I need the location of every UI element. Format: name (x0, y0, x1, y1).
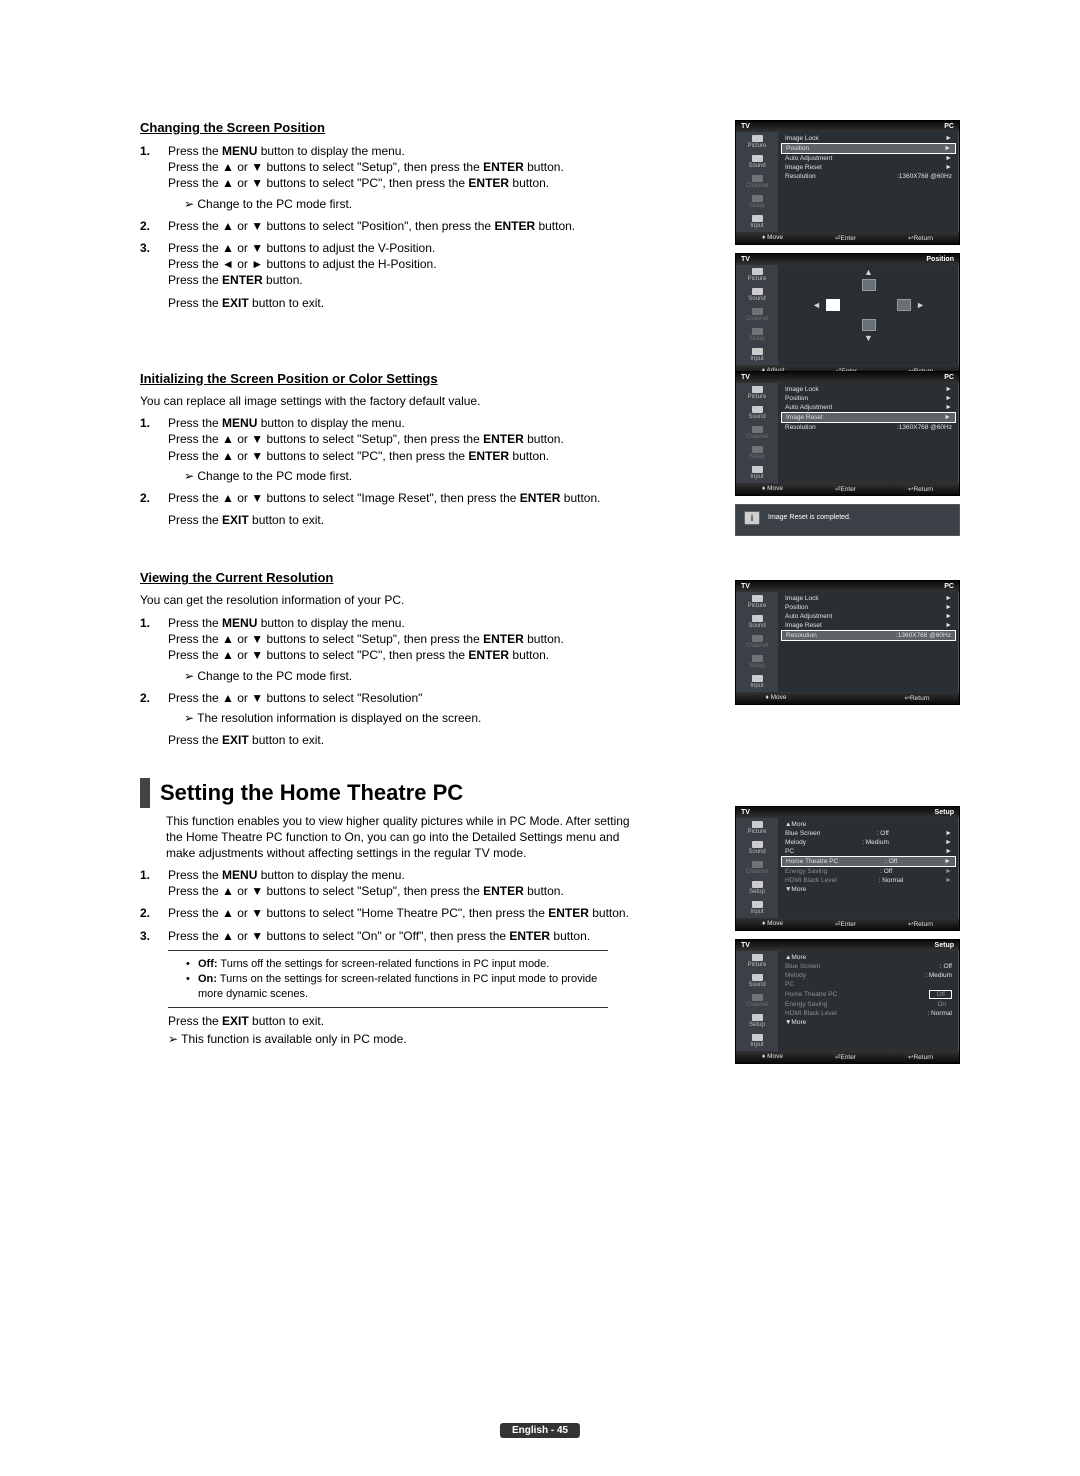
section-intro: This function enables you to view higher… (166, 814, 640, 861)
step-number: 2. (140, 690, 158, 749)
step-number: 1. (140, 415, 158, 484)
setup-icon (752, 195, 763, 202)
section-heading: Initializing the Screen Position or Colo… (140, 371, 620, 386)
step-text: Press the ▲ or ▼ buttons to adjust the V… (168, 240, 620, 311)
channel-icon (752, 426, 763, 433)
channel-icon (752, 861, 763, 868)
picture-icon (752, 821, 763, 828)
osd-column: TVPC Picture Sound Channel Setup Input I… (735, 580, 960, 713)
step-text: Press the MENU button to display the men… (168, 415, 620, 484)
section-home-theatre-pc: Setting the Home Theatre PC This functio… (140, 778, 960, 1046)
setup-icon (752, 446, 763, 453)
section-intro: You can replace all image settings with … (140, 394, 620, 410)
input-icon (752, 901, 763, 908)
sound-icon (752, 406, 763, 413)
section-viewing-resolution: Viewing the Current Resolution You can g… (140, 570, 960, 748)
step-number: 1. (140, 615, 158, 684)
step-text: Press the ▲ or ▼ buttons to select "Reso… (168, 690, 620, 749)
osd-position-adjust: TVPosition Picture Sound Channel Setup I… (735, 253, 960, 378)
setup-icon (752, 328, 763, 335)
osd-pc-position: TVPC Picture Sound Channel Setup Input I… (735, 120, 960, 245)
note-text: The resolution information is displayed … (184, 710, 620, 726)
step-number: 2. (140, 490, 158, 528)
section-heading: Changing the Screen Position (140, 120, 620, 135)
picture-icon (752, 954, 763, 961)
section-title: Setting the Home Theatre PC (160, 778, 463, 808)
input-icon (752, 675, 763, 682)
note-text: Change to the PC mode first. (184, 196, 620, 212)
step-text: Press the MENU button to display the men… (168, 143, 620, 212)
note-text: Change to the PC mode first. (184, 468, 620, 484)
section-changing-position: Changing the Screen Position 1. Press th… (140, 120, 960, 311)
setup-icon (752, 655, 763, 662)
sound-icon (752, 841, 763, 848)
step-text: Press the ▲ or ▼ buttons to select "Posi… (168, 218, 620, 234)
step-text: Press the ▲ or ▼ buttons to select "Imag… (168, 490, 620, 528)
osd-reset-message: i Image Reset is completed. (735, 504, 960, 536)
channel-icon (752, 308, 763, 315)
setup-icon (752, 1014, 763, 1021)
step-text: Press the ▲ or ▼ buttons to select "On" … (168, 928, 640, 944)
osd-column: TVSetup Picture Sound Channel Setup Inpu… (735, 806, 960, 1072)
step-number: 1. (140, 143, 158, 212)
sound-icon (752, 288, 763, 295)
page-number: English - 45 (500, 1423, 580, 1438)
step-number: 3. (140, 240, 158, 311)
input-icon (752, 466, 763, 473)
osd-pc-image-reset: TVPC Picture Sound Channel Setup Input I… (735, 371, 960, 496)
note-text: This function is available only in PC mo… (168, 1032, 640, 1046)
step-number: 3. (140, 928, 158, 944)
title-stripe (140, 778, 150, 808)
picture-icon (752, 595, 763, 602)
osd-column: TVPC Picture Sound Channel Setup Input I… (735, 371, 960, 536)
osd-pc-resolution: TVPC Picture Sound Channel Setup Input I… (735, 580, 960, 705)
sound-icon (752, 974, 763, 981)
setup-icon (752, 881, 763, 888)
input-icon (752, 348, 763, 355)
sound-icon (752, 155, 763, 162)
channel-icon (752, 175, 763, 182)
bullet-box: •Off: Turns off the settings for screen-… (168, 950, 608, 1009)
picture-icon (752, 386, 763, 393)
step-text: Press the MENU button to display the men… (168, 867, 640, 899)
section-initializing: Initializing the Screen Position or Colo… (140, 371, 960, 529)
osd-column: TVPC Picture Sound Channel Setup Input I… (735, 120, 960, 386)
input-icon (752, 215, 763, 222)
section-heading: Viewing the Current Resolution (140, 570, 620, 585)
sound-icon (752, 615, 763, 622)
osd-setup-htpc: TVSetup Picture Sound Channel Setup Inpu… (735, 806, 960, 931)
info-icon: i (744, 511, 760, 525)
channel-icon (752, 994, 763, 1001)
osd-setup-htpc-select: TVSetup Picture Sound Channel Setup Inpu… (735, 939, 960, 1064)
page-footer: English - 45 (500, 1422, 580, 1436)
picture-icon (752, 135, 763, 142)
position-graphic: ▲ ◄ ► ▼ (778, 265, 959, 345)
note-text: Change to the PC mode first. (184, 668, 620, 684)
step-text: Press the MENU button to display the men… (168, 615, 620, 684)
input-icon (752, 1034, 763, 1041)
step-number: 2. (140, 905, 158, 921)
step-number: 1. (140, 867, 158, 899)
step-number: 2. (140, 218, 158, 234)
section-intro: You can get the resolution information o… (140, 593, 620, 609)
step-text: Press the ▲ or ▼ buttons to select "Home… (168, 905, 640, 921)
channel-icon (752, 635, 763, 642)
picture-icon (752, 268, 763, 275)
